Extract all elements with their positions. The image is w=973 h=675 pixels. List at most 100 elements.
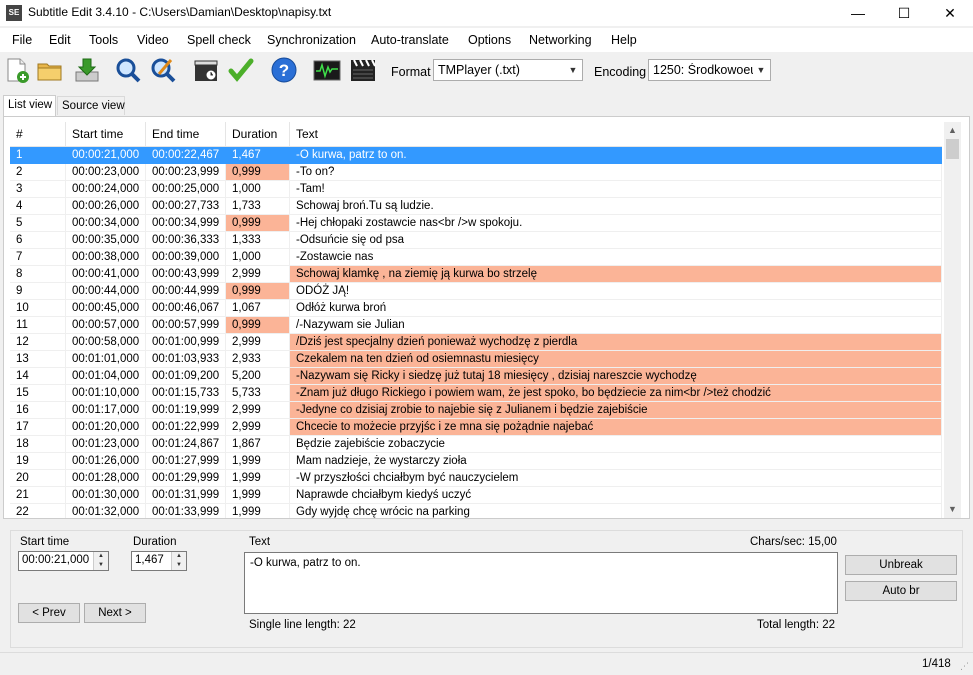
cell-duration: 1,733 (226, 198, 290, 215)
cell-duration: 1,999 (226, 470, 290, 487)
table-row[interactable]: 3 00:00:24,000 00:00:25,000 1,000 -Tam! (10, 181, 942, 198)
spin-down-icon[interactable]: ▼ (172, 561, 186, 570)
spell-check-icon[interactable] (227, 56, 257, 86)
unbreak-button[interactable]: Unbreak (845, 555, 957, 575)
column-end-time[interactable]: End time (146, 122, 226, 146)
table-row[interactable]: 7 00:00:38,000 00:00:39,000 1,000 -Zostawcie… (10, 249, 942, 266)
resize-grip-icon[interactable]: ⋰ (960, 661, 969, 672)
waveform-icon[interactable] (313, 56, 343, 86)
table-row[interactable]: 10 00:00:45,000 00:00:46,067 1,067 Odłóż kur… (10, 300, 942, 317)
open-folder-icon[interactable] (36, 56, 66, 86)
table-row[interactable]: 9 00:00:44,000 00:00:44,999 0,999 ODÓŻ JĄ! (10, 283, 942, 300)
table-row[interactable]: 17 00:01:20,000 00:01:22,999 2,999 Chcecie t… (10, 419, 942, 436)
cell-text: Czekalem na ten dzień od osiemnastu mies… (290, 351, 942, 368)
table-row[interactable]: 8 00:00:41,000 00:00:43,999 2,999 Schowaj kl… (10, 266, 942, 283)
visual-sync-icon[interactable] (192, 56, 222, 86)
table-row[interactable]: 5 00:00:34,000 00:00:34,999 0,999 -Hej chłop… (10, 215, 942, 232)
spin-up-icon[interactable]: ▲ (172, 552, 186, 561)
cell-end-time: 00:00:22,467 (146, 147, 226, 164)
cell-duration: 0,999 (226, 215, 290, 232)
cell-start-time: 00:00:45,000 (66, 300, 146, 317)
spin-down-icon[interactable]: ▼ (94, 561, 108, 570)
table-row[interactable]: 6 00:00:35,000 00:00:36,333 1,333 -Odsuńcie … (10, 232, 942, 249)
total-length: Total length: 22 (757, 619, 836, 631)
cell-duration: 1,867 (226, 436, 290, 453)
scroll-down-icon[interactable]: ▼ (944, 501, 961, 518)
menu-auto-translate[interactable]: Auto-translate (371, 33, 449, 47)
minimize-button[interactable]: — (835, 0, 881, 26)
save-download-icon[interactable] (73, 56, 103, 86)
cell-start-time: 00:00:21,000 (66, 147, 146, 164)
menu-networking[interactable]: Networking (529, 33, 592, 47)
menu-help[interactable]: Help (611, 33, 637, 47)
menu-tools[interactable]: Tools (89, 33, 118, 47)
find-icon[interactable] (114, 56, 144, 86)
menu-synchronization[interactable]: Synchronization (267, 33, 356, 47)
video-clapper-icon[interactable] (349, 56, 379, 86)
next-button[interactable]: Next > (84, 603, 146, 623)
cell-start-time: 00:01:20,000 (66, 419, 146, 436)
start-time-input[interactable]: 00:00:21,000 ▲ ▼ (18, 551, 109, 571)
prev-button[interactable]: < Prev (18, 603, 80, 623)
column-duration[interactable]: Duration (226, 122, 290, 146)
help-icon[interactable]: ? (270, 56, 300, 86)
tab-source-view[interactable]: Source view (57, 96, 125, 115)
menu-options[interactable]: Options (468, 33, 511, 47)
table-row[interactable]: 11 00:00:57,000 00:00:57,999 0,999/-Nazywam… (10, 317, 942, 334)
menu-video[interactable]: Video (137, 33, 169, 47)
table-row[interactable]: 13 00:01:01,000 00:01:03,933 2,933 Czekalem … (10, 351, 942, 368)
new-file-icon[interactable] (3, 56, 33, 86)
svg-text:?: ? (279, 61, 289, 80)
spin-up-icon[interactable]: ▲ (94, 552, 108, 561)
maximize-button[interactable]: ☐ (881, 0, 927, 26)
duration-spinner[interactable]: ▲ ▼ (171, 552, 186, 570)
cell-text: Schowaj broń.Tu są ludzie. (290, 198, 942, 215)
table-row[interactable]: 21 00:01:30,000 00:01:31,999 1,999 Naprawde … (10, 487, 942, 504)
replace-icon[interactable] (149, 56, 179, 86)
table-row[interactable]: 16 00:01:17,000 00:01:19,999 2,999 -Jedyne c… (10, 402, 942, 419)
cell-end-time: 00:00:46,067 (146, 300, 226, 317)
table-row[interactable]: 4 00:00:26,000 00:00:27,733 1,733 Schowaj br… (10, 198, 942, 215)
line-position: 1/418 (922, 658, 951, 670)
cell-text: Gdy wyjdę chcę wrócic na parking (290, 504, 942, 518)
table-row[interactable]: 20 00:01:28,000 00:01:29,999 1,999 -W przysz… (10, 470, 942, 487)
menu-file[interactable]: File (12, 33, 32, 47)
table-row[interactable]: 14 00:01:04,000 00:01:09,200 5,200 -Nazywam … (10, 368, 942, 385)
cell-text: -To on? (290, 164, 942, 181)
encoding-select[interactable]: 1250: Środkowoeuı ▼ (648, 59, 771, 81)
table-row[interactable]: 2 00:00:23,000 00:00:23,999 0,999 -To on? (10, 164, 942, 181)
app-icon: SE (6, 5, 22, 21)
auto-br-button[interactable]: Auto br (845, 581, 957, 601)
start-time-label: Start time (20, 536, 70, 548)
subtitle-grid[interactable]: # Start time End time Duration Text 1 00:… (10, 122, 942, 518)
grid-scrollbar[interactable]: ▲ ▼ (944, 122, 961, 518)
cell-duration: 1,333 (226, 232, 290, 249)
table-row[interactable]: 19 00:01:26,000 00:01:27,999 1,999 Mam nadzi… (10, 453, 942, 470)
start-time-spinner[interactable]: ▲ ▼ (93, 552, 108, 570)
cell-end-time: 00:00:57,999 (146, 317, 226, 334)
column-number[interactable]: # (10, 122, 66, 146)
menu-edit[interactable]: Edit (49, 33, 71, 47)
scroll-thumb[interactable] (946, 139, 959, 159)
table-row[interactable]: 12 00:00:58,000 00:01:00,999 2,999/Dziś jes… (10, 334, 942, 351)
table-row[interactable]: 15 00:01:10,000 00:01:15,733 5,733 -Znam już… (10, 385, 942, 402)
column-text[interactable]: Text (290, 122, 942, 146)
cell-text: -Hej chłopaki zostawcie nas<br />w spoko… (290, 215, 942, 232)
cell-end-time: 00:00:23,999 (146, 164, 226, 181)
subtitle-text-input[interactable]: -O kurwa, patrz to on. (244, 552, 838, 614)
table-row[interactable]: 22 00:01:32,000 00:01:33,999 1,999 Gdy wyjdę… (10, 504, 942, 518)
column-start-time[interactable]: Start time (66, 122, 146, 146)
close-button[interactable]: ✕ (927, 0, 973, 26)
cell-end-time: 00:01:19,999 (146, 402, 226, 419)
scroll-up-icon[interactable]: ▲ (944, 122, 961, 139)
table-row[interactable]: 1 00:00:21,000 00:00:22,467 1,467 -O kurwa, … (10, 147, 942, 164)
cell-start-time: 00:00:24,000 (66, 181, 146, 198)
duration-input[interactable]: 1,467 ▲ ▼ (131, 551, 187, 571)
menu-spell-check[interactable]: Spell check (187, 33, 251, 47)
cell-start-time: 00:01:28,000 (66, 470, 146, 487)
cell-start-time: 00:00:57,000 (66, 317, 146, 334)
cell-end-time: 00:01:31,999 (146, 487, 226, 504)
format-select[interactable]: TMPlayer (.txt) ▼ (433, 59, 583, 81)
tab-list-view[interactable]: List view (3, 95, 56, 116)
table-row[interactable]: 18 00:01:23,000 00:01:24,867 1,867 Będzie za… (10, 436, 942, 453)
